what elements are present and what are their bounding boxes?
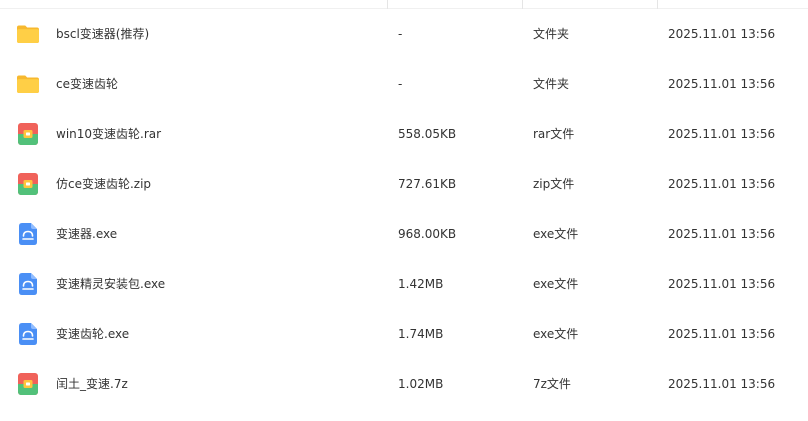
file-size: 1.74MB [398, 327, 444, 341]
folder-icon [16, 22, 40, 46]
file-name[interactable]: bscl变速器(推荐) [56, 26, 149, 42]
column-divider-size[interactable] [522, 0, 523, 9]
file-date: 2025.11.01 13:56 [668, 27, 776, 41]
executable-icon [16, 222, 40, 246]
file-size: 1.42MB [398, 277, 444, 291]
file-name[interactable]: 闰土_变速.7z [56, 376, 128, 392]
file-row[interactable]: 闰土_变速.7z 1.02MB 7z文件 2025.11.01 13:56 [0, 359, 808, 409]
file-date: 2025.11.01 13:56 [668, 127, 776, 141]
file-row[interactable]: 仿ce变速齿轮.zip 727.61KB zip文件 2025.11.01 13… [0, 159, 808, 209]
file-row[interactable]: ce变速齿轮 - 文件夹 2025.11.01 13:56 [0, 59, 808, 109]
folder-icon [16, 72, 40, 96]
column-divider-type[interactable] [657, 0, 658, 9]
file-row[interactable]: 变速齿轮.exe 1.74MB exe文件 2025.11.01 13:56 [0, 309, 808, 359]
file-date: 2025.11.01 13:56 [668, 327, 776, 341]
file-date: 2025.11.01 13:56 [668, 77, 776, 91]
file-name[interactable]: 变速精灵安装包.exe [56, 276, 165, 292]
file-type: exe文件 [533, 277, 579, 291]
file-row[interactable]: bscl变速器(推荐) - 文件夹 2025.11.01 13:56 [0, 9, 808, 59]
file-row[interactable]: 变速器.exe 968.00KB exe文件 2025.11.01 13:56 [0, 209, 808, 259]
file-name[interactable]: 变速齿轮.exe [56, 326, 129, 342]
file-type: exe文件 [533, 327, 579, 341]
file-size: 1.02MB [398, 377, 444, 391]
file-type: 7z文件 [533, 377, 571, 391]
file-type: rar文件 [533, 127, 575, 141]
archive-icon [16, 172, 40, 196]
file-size: - [398, 27, 403, 41]
file-row[interactable]: win10变速齿轮.rar 558.05KB rar文件 2025.11.01 … [0, 109, 808, 159]
file-date: 2025.11.01 13:56 [668, 277, 776, 291]
file-size: 727.61KB [398, 177, 457, 191]
file-name[interactable]: ce变速齿轮 [56, 76, 118, 92]
archive-icon [16, 372, 40, 396]
file-date: 2025.11.01 13:56 [668, 227, 776, 241]
file-type: exe文件 [533, 227, 579, 241]
file-size: 968.00KB [398, 227, 457, 241]
file-type: 文件夹 [533, 77, 570, 91]
file-date: 2025.11.01 13:56 [668, 377, 776, 391]
column-divider-name[interactable] [387, 0, 388, 9]
file-size: 558.05KB [398, 127, 457, 141]
executable-icon [16, 272, 40, 296]
file-name[interactable]: 变速器.exe [56, 226, 117, 242]
file-row[interactable]: 变速精灵安装包.exe 1.42MB exe文件 2025.11.01 13:5… [0, 259, 808, 309]
file-name[interactable]: 仿ce变速齿轮.zip [56, 176, 151, 192]
file-date: 2025.11.01 13:56 [668, 177, 776, 191]
executable-icon [16, 322, 40, 346]
file-size: - [398, 77, 403, 91]
file-type: zip文件 [533, 177, 575, 191]
file-type: 文件夹 [533, 27, 570, 41]
archive-icon [16, 122, 40, 146]
file-name[interactable]: win10变速齿轮.rar [56, 126, 161, 142]
file-list: bscl变速器(推荐) - 文件夹 2025.11.01 13:56 ce变速齿… [0, 9, 808, 409]
